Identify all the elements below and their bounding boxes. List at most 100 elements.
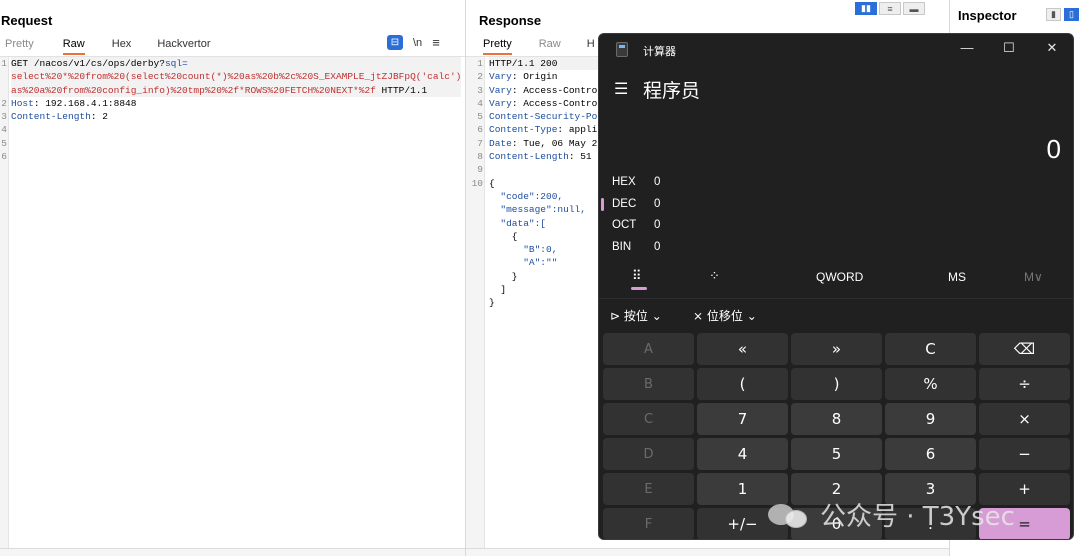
key-shift-right[interactable]: » [791,333,882,365]
header-key: Vary [489,84,512,96]
backspace-icon[interactable]: ⌫ [979,333,1070,365]
request-line-cont: as%20a%20from%20config_info)%20tmp%20%2f… [11,83,461,97]
window-title: 计算器 [643,46,676,58]
memory-store-button[interactable]: MS [948,270,966,284]
layout-split-icon[interactable]: ▮▮ [855,2,877,15]
bitshift-label: 位移位 [706,309,743,323]
header-key: Content-Security-Pol [489,111,604,123]
header-value: : Access-Control [511,97,604,109]
radix-value: 0 [654,219,661,231]
key-5[interactable]: 5 [791,438,882,470]
wrap-icon[interactable]: ⊟ [387,35,403,50]
tab-pretty[interactable]: Pretty [483,36,512,55]
header-host: Host: 192.168.4.1:8848 [11,97,461,110]
header-value: : Origin [511,71,558,83]
line-number: 3 [1,111,7,123]
key-shift-left[interactable]: « [697,333,788,365]
header-value: : 192.168.4.1:8848 [33,97,137,109]
word-size-button[interactable]: QWORD [816,270,863,284]
line-number: 10 [471,177,483,189]
key-open-paren[interactable]: ( [697,368,788,400]
request-editor[interactable]: 1 2 3 4 5 6 GET /nacos/v1/cs/ops/derby?s… [0,56,465,548]
key-b: B [603,368,694,400]
request-path: /nacos/v1/cs/ops/derby? [33,58,165,69]
keypad-selected-indicator [631,287,647,290]
inspector-title: Inspector [958,8,1017,23]
full-keypad-icon[interactable]: ⠿ [632,268,642,284]
tab-raw[interactable]: Raw [62,36,85,55]
header-key: Host [11,97,34,109]
key-modulo[interactable]: % [885,368,976,400]
response-search-bar[interactable] [466,548,949,556]
result-display: 0 [1046,134,1061,164]
header-key: Content-Length [489,151,569,163]
tab-pretty[interactable]: Pretty [5,36,34,55]
radix-bin[interactable]: BIN 0 [612,241,660,253]
radix-value: 0 [654,241,661,253]
request-code: GET /nacos/v1/cs/ops/derby?sql= select%2… [11,57,461,123]
request-search-bar[interactable] [0,548,465,556]
inspector-panel-icon[interactable]: ▯ [1064,8,1079,21]
line-number: 4 [1,124,7,136]
tab-hex[interactable]: Hex [112,36,132,55]
header-key: Vary [489,71,512,83]
query-param-value-cont: as%20a%20from%20config_info)%20tmp%20%2f… [11,84,376,96]
minimize-icon[interactable]: — [957,40,977,55]
header-key: Vary [489,97,512,109]
tab-raw[interactable]: Raw [539,36,561,55]
close-icon[interactable]: ✕ [1042,40,1062,56]
key-multiply[interactable]: × [979,403,1070,435]
inspector-layout-toggle: ▮ ▯ [1046,8,1079,21]
memory-dropdown-button[interactable]: M∨ [1024,270,1043,284]
header-key: Date [489,137,512,149]
layout-rows-icon[interactable]: ≡ [879,2,901,15]
radix-hex[interactable]: HEX 0 [612,176,660,188]
screen: Request Pretty Raw Hex Hackvertor ⊟ \n ≡… [0,0,1080,556]
key-9[interactable]: 9 [885,403,976,435]
line-number: 9 [477,164,483,176]
key-6[interactable]: 6 [885,438,976,470]
key-subtract[interactable]: − [979,438,1070,470]
menu-icon[interactable]: ≡ [432,35,440,50]
line-number: 6 [477,124,483,136]
key-8[interactable]: 8 [791,403,882,435]
calculator-app-icon [616,42,628,57]
calculator-toolbar: ⠿ ⁘ QWORD MS M∨ [599,262,1073,292]
response-gutter: 1 2 3 4 5 6 7 8 9 10 [466,57,485,548]
divider [599,298,1073,299]
line-number: 2 [1,97,7,109]
key-7[interactable]: 7 [697,403,788,435]
key-clear[interactable]: C [885,333,976,365]
newline-icon[interactable]: \n [413,37,422,49]
tab-hex[interactable]: H [587,36,595,55]
radix-label: BIN [612,241,632,253]
layout-single-icon[interactable]: ▬ [903,2,925,15]
bit-toggling-keypad-icon[interactable]: ⁘ [709,268,720,284]
maximize-icon[interactable]: ☐ [999,40,1019,56]
request-tabs: Pretty Raw Hex Hackvertor [5,36,211,55]
header-value: : applic [557,124,604,136]
query-param-value: select%20*%20from%20(select%20count(*)%2… [11,70,461,84]
request-tools: ⊟ \n ≡ [387,35,440,50]
calculator-mode-title: 程序员 [643,80,701,102]
bitwise-dropdown[interactable]: ⊳ 按位 ⌄ [610,307,662,324]
line-number: 2 [477,71,483,83]
key-divide[interactable]: ÷ [979,368,1070,400]
inspector-split-icon[interactable]: ▮ [1046,8,1061,21]
header-key: Content-Type [489,124,558,136]
key-4[interactable]: 4 [697,438,788,470]
bitshift-dropdown[interactable]: ⨯ 位移位 ⌄ [693,307,757,324]
http-version: HTTP/1.1 [375,84,428,96]
header-content-length: Content-Length: 2 [11,110,461,123]
line-number: 1 [477,58,483,69]
tab-hackvertor[interactable]: Hackvertor [157,36,210,55]
watermark-text: 公众号 · T3Ysec [820,502,1015,532]
line-number: 8 [477,151,483,163]
key-close-paren[interactable]: ) [791,368,882,400]
line-number: 3 [477,84,483,96]
radix-dec[interactable]: DEC 0 [612,198,660,210]
radix-oct[interactable]: OCT 0 [612,219,660,231]
hamburger-menu-icon[interactable]: ☰ [614,79,628,99]
line-number [0,84,8,97]
selected-radix-indicator [601,198,604,211]
